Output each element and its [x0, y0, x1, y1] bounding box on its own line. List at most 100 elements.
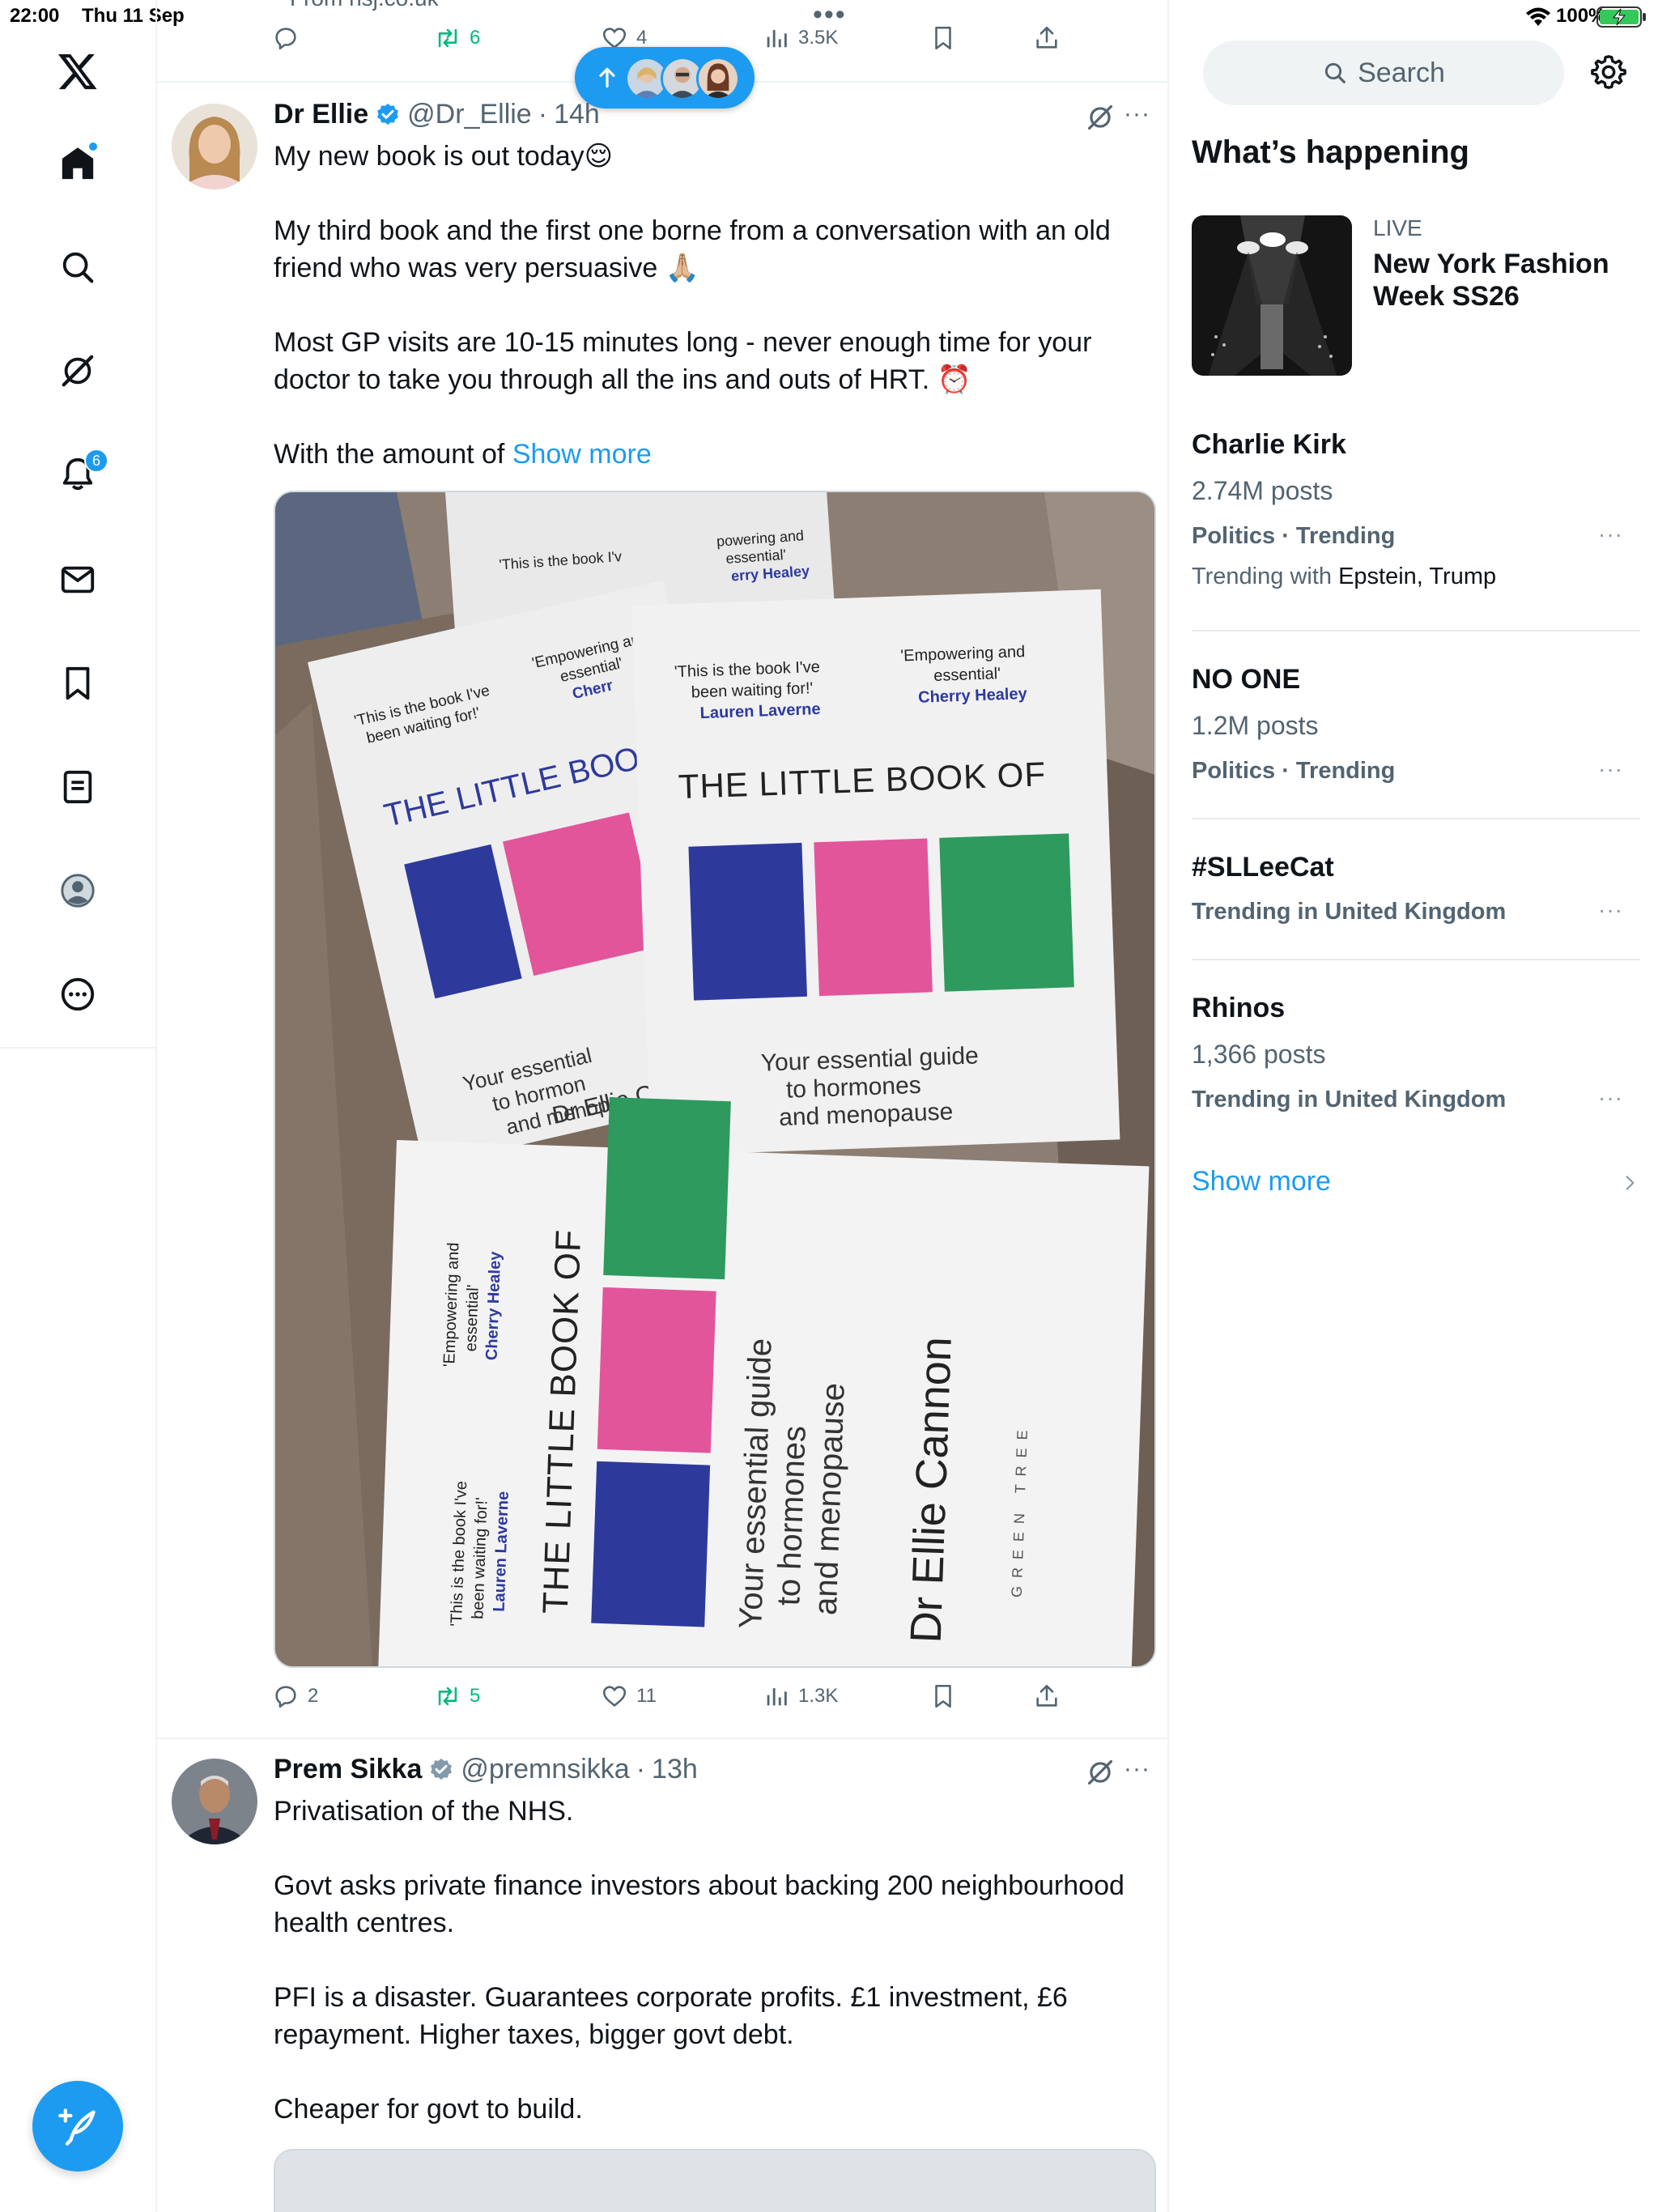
post-header: Dr Ellie @Dr_Ellie · 14h: [274, 99, 600, 130]
post-time[interactable]: 14h: [554, 99, 600, 130]
trend-title[interactable]: Rhinos: [1192, 993, 1285, 1024]
previous-reply-button[interactable]: [272, 24, 300, 52]
notifications-badge: 6: [84, 449, 108, 473]
previous-bookmark-button[interactable]: [929, 24, 957, 52]
whats-happening-title: What’s happening: [1192, 134, 1469, 170]
nav-notifications[interactable]: 6: [47, 444, 108, 505]
trend-category: Politics · Trending: [1192, 758, 1396, 784]
more-circle-icon: [61, 977, 95, 1011]
trend-more-button[interactable]: ···: [1598, 897, 1623, 923]
search-placeholder: Search: [1358, 57, 1445, 88]
drag-handle-dots[interactable]: •••: [813, 1, 847, 28]
reply-button[interactable]: 2: [272, 1682, 318, 1710]
analytics-icon: [767, 1688, 787, 1706]
separator-dot: ·: [636, 1754, 646, 1784]
search-input[interactable]: Search: [1203, 40, 1564, 105]
trend-title[interactable]: NO ONE: [1192, 664, 1300, 696]
grok-icon[interactable]: [1085, 1757, 1116, 1788]
heart-icon: [602, 1686, 627, 1707]
chevron-right-icon[interactable]: [1619, 1171, 1640, 1195]
home-unread-dot: [87, 141, 99, 152]
trend-with-names[interactable]: Epstein, Trump: [1338, 564, 1496, 589]
views-button[interactable]: 1.3K: [763, 1682, 838, 1710]
post-paragraph-truncated: With the amount of Show more: [274, 436, 1132, 473]
compose-post-button[interactable]: [32, 2081, 123, 2172]
post-time[interactable]: 13h: [652, 1754, 698, 1785]
app-window: 22:00 Thu 11 Sep 100% 6 6 4 3.5K ••• Dr …: [0, 0, 1658, 2212]
reply-icon: [275, 1686, 296, 1708]
nav-more[interactable]: [47, 963, 108, 1025]
post-more-button[interactable]: ···: [1124, 1755, 1150, 1783]
repost-button[interactable]: 5: [434, 1682, 480, 1710]
live-event-title[interactable]: New York Fashion Week SS26: [1373, 248, 1640, 313]
trend-title[interactable]: #SLLeeCat: [1192, 852, 1334, 883]
trend-more-button[interactable]: ···: [1598, 521, 1623, 547]
feather-plus-icon: [58, 2108, 96, 2146]
post-paragraph: My new book is out today😌: [274, 141, 614, 172]
trend-category: Trending in United Kingdom: [1192, 1087, 1507, 1112]
mail-icon: [61, 566, 95, 593]
trend-post-count: 1.2M posts: [1192, 711, 1319, 740]
right-book-subtitle-2: to hormones: [785, 1072, 921, 1104]
trend-more-button[interactable]: ···: [1598, 756, 1623, 782]
book-box-photo: 'This is the book I'v powering and essen…: [275, 492, 1154, 1666]
new-posts-pill[interactable]: [575, 47, 755, 108]
author-handle[interactable]: @Dr_Ellie: [407, 99, 532, 130]
show-more-trends-link[interactable]: Show more: [1192, 1166, 1331, 1197]
avatar[interactable]: [172, 1759, 257, 1844]
share-button[interactable]: [1033, 1682, 1061, 1710]
search-icon: [1324, 62, 1346, 83]
author-name[interactable]: Dr Ellie: [274, 99, 368, 130]
post-paragraph: PFI is a disaster. Guarantees corporate …: [274, 1982, 1068, 2050]
grok-icon[interactable]: [1085, 102, 1116, 133]
nav-profile[interactable]: [47, 860, 108, 921]
post-divider: [157, 1738, 1167, 1739]
view-count: 1.3K: [798, 1685, 839, 1707]
show-more-link[interactable]: Show more: [512, 439, 652, 470]
nav-messages[interactable]: [47, 549, 108, 610]
trend-title[interactable]: Charlie Kirk: [1192, 429, 1346, 461]
author-name[interactable]: Prem Sikka: [274, 1754, 422, 1785]
trend-with: Trending with Epstein, Trump: [1192, 564, 1496, 590]
post-image[interactable]: 'This is the book I'v powering and essen…: [274, 491, 1156, 1668]
post-image[interactable]: [274, 2149, 1156, 2212]
live-event-thumbnail[interactable]: [1192, 215, 1352, 376]
gear-icon[interactable]: [1590, 53, 1627, 91]
avatar[interactable]: [172, 104, 257, 189]
nav-lists[interactable]: [47, 756, 108, 818]
like-button[interactable]: 11: [601, 1682, 657, 1710]
trend-category: Trending in United Kingdom: [1192, 899, 1507, 925]
post-paragraph: Privatisation of the NHS.: [274, 1796, 574, 1827]
nav-grok[interactable]: [47, 340, 108, 402]
nav-bookmarks[interactable]: [47, 653, 108, 714]
repost-count: 5: [470, 1685, 481, 1707]
trend-more-button[interactable]: ···: [1598, 1085, 1623, 1111]
post-more-button[interactable]: ···: [1124, 100, 1150, 128]
repost-icon: [438, 28, 457, 48]
trend-post-count: 2.74M posts: [1192, 476, 1333, 505]
list-icon: [63, 770, 92, 804]
trend-category: Politics · Trending: [1192, 523, 1396, 549]
author-handle[interactable]: @premnsikka: [461, 1754, 629, 1785]
previous-share-button[interactable]: [1033, 24, 1061, 52]
x-logo-icon: [57, 53, 97, 90]
post-body: My new book is out today😌 My third book …: [274, 138, 1132, 473]
previous-repost-button[interactable]: 6: [434, 24, 480, 52]
trend-divider: [1192, 818, 1640, 819]
post-paragraph: My third book and the first one borne fr…: [274, 215, 1111, 283]
nav-home[interactable]: [47, 133, 108, 194]
nav-explore[interactable]: [47, 236, 108, 298]
post-paragraph: Govt asks private finance investors abou…: [274, 1870, 1124, 1938]
bookmark-button[interactable]: [929, 1682, 957, 1710]
previous-view-count: 3.5K: [798, 27, 839, 49]
reply-icon: [275, 28, 296, 50]
bookmark-icon: [935, 1684, 951, 1708]
repost-icon: [438, 1687, 457, 1706]
previous-like-count: 4: [636, 27, 648, 49]
analytics-icon: [767, 30, 787, 48]
post-paragraph: Most GP visits are 10-15 minutes long - …: [274, 327, 1092, 395]
left-nav: 6: [0, 0, 155, 1049]
x-logo-button[interactable]: [47, 40, 108, 102]
right-book-quote-2b: essential': [933, 665, 1001, 685]
arrow-up-icon: [599, 67, 615, 88]
